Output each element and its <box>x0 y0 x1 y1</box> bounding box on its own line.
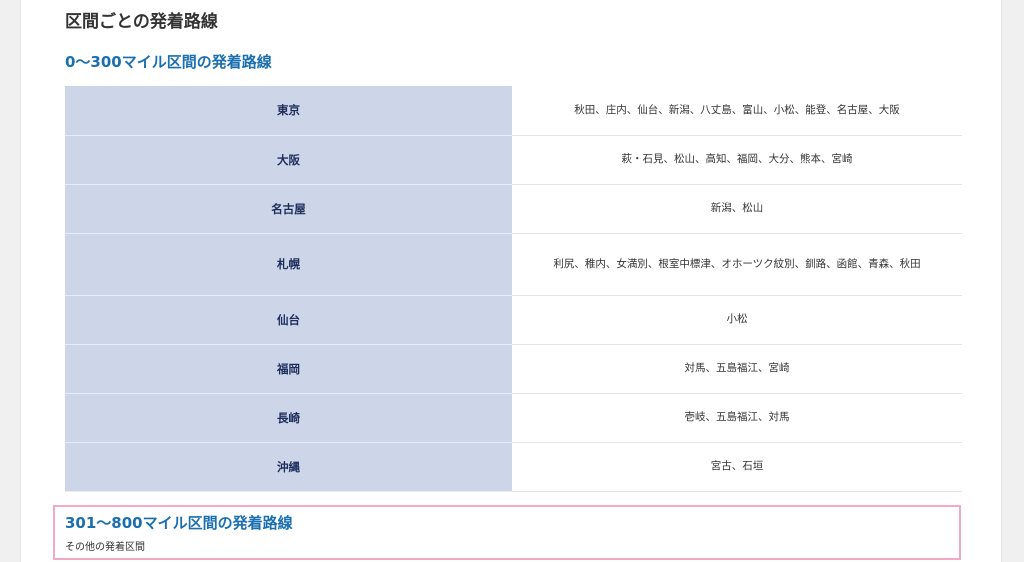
table-row: 名古屋 新潟、松山 <box>65 184 962 234</box>
origin-cell: 福岡 <box>65 344 512 394</box>
destinations-cell: 小松 <box>512 295 962 345</box>
destinations-cell: 萩・石見、松山、高知、福岡、大分、熊本、宮崎 <box>512 135 962 185</box>
table-row: 福岡 対馬、五島福江、宮崎 <box>65 344 962 394</box>
table-row: 札幌 利尻、稚内、女満別、根室中標津、オホーツク紋別、釧路、函館、青森、秋田 <box>65 233 962 296</box>
section-301-800-highlight: 301〜800マイル区間の発着路線 その他の発着区間 <box>53 505 961 560</box>
origin-cell: 長崎 <box>65 393 512 443</box>
origin-cell: 仙台 <box>65 295 512 345</box>
origin-cell: 札幌 <box>65 233 512 296</box>
origin-cell: 名古屋 <box>65 184 512 234</box>
destinations-cell: 利尻、稚内、女満別、根室中標津、オホーツク紋別、釧路、函館、青森、秋田 <box>512 233 962 296</box>
table-row: 東京 秋田、庄内、仙台、新潟、八丈島、富山、小松、能登、名古屋、大阪 <box>65 86 962 136</box>
table-row: 大阪 萩・石見、松山、高知、福岡、大分、熊本、宮崎 <box>65 135 962 185</box>
page-title: 区間ごとの発着路線 <box>65 12 218 32</box>
section-subtitle: その他の発着区間 <box>65 542 145 553</box>
destinations-cell: 壱岐、五島福江、対馬 <box>512 393 962 443</box>
destinations-cell: 新潟、松山 <box>512 184 962 234</box>
table-row: 仙台 小松 <box>65 295 962 345</box>
destinations-cell: 秋田、庄内、仙台、新潟、八丈島、富山、小松、能登、名古屋、大阪 <box>512 86 962 136</box>
origin-cell: 沖縄 <box>65 442 512 492</box>
origin-cell: 大阪 <box>65 135 512 185</box>
route-table-0-300: 東京 秋田、庄内、仙台、新潟、八丈島、富山、小松、能登、名古屋、大阪 大阪 萩・… <box>65 86 962 492</box>
section-title-0-300: 0〜300マイル区間の発着路線 <box>65 53 272 71</box>
destinations-cell: 対馬、五島福江、宮崎 <box>512 344 962 394</box>
content-panel: 区間ごとの発着路線 0〜300マイル区間の発着路線 東京 秋田、庄内、仙台、新潟… <box>20 0 1002 562</box>
table-row: 長崎 壱岐、五島福江、対馬 <box>65 393 962 443</box>
destinations-cell: 宮古、石垣 <box>512 442 962 492</box>
origin-cell: 東京 <box>65 86 512 136</box>
section-title-301-800: 301〜800マイル区間の発着路線 <box>65 514 293 532</box>
table-row: 沖縄 宮古、石垣 <box>65 442 962 492</box>
